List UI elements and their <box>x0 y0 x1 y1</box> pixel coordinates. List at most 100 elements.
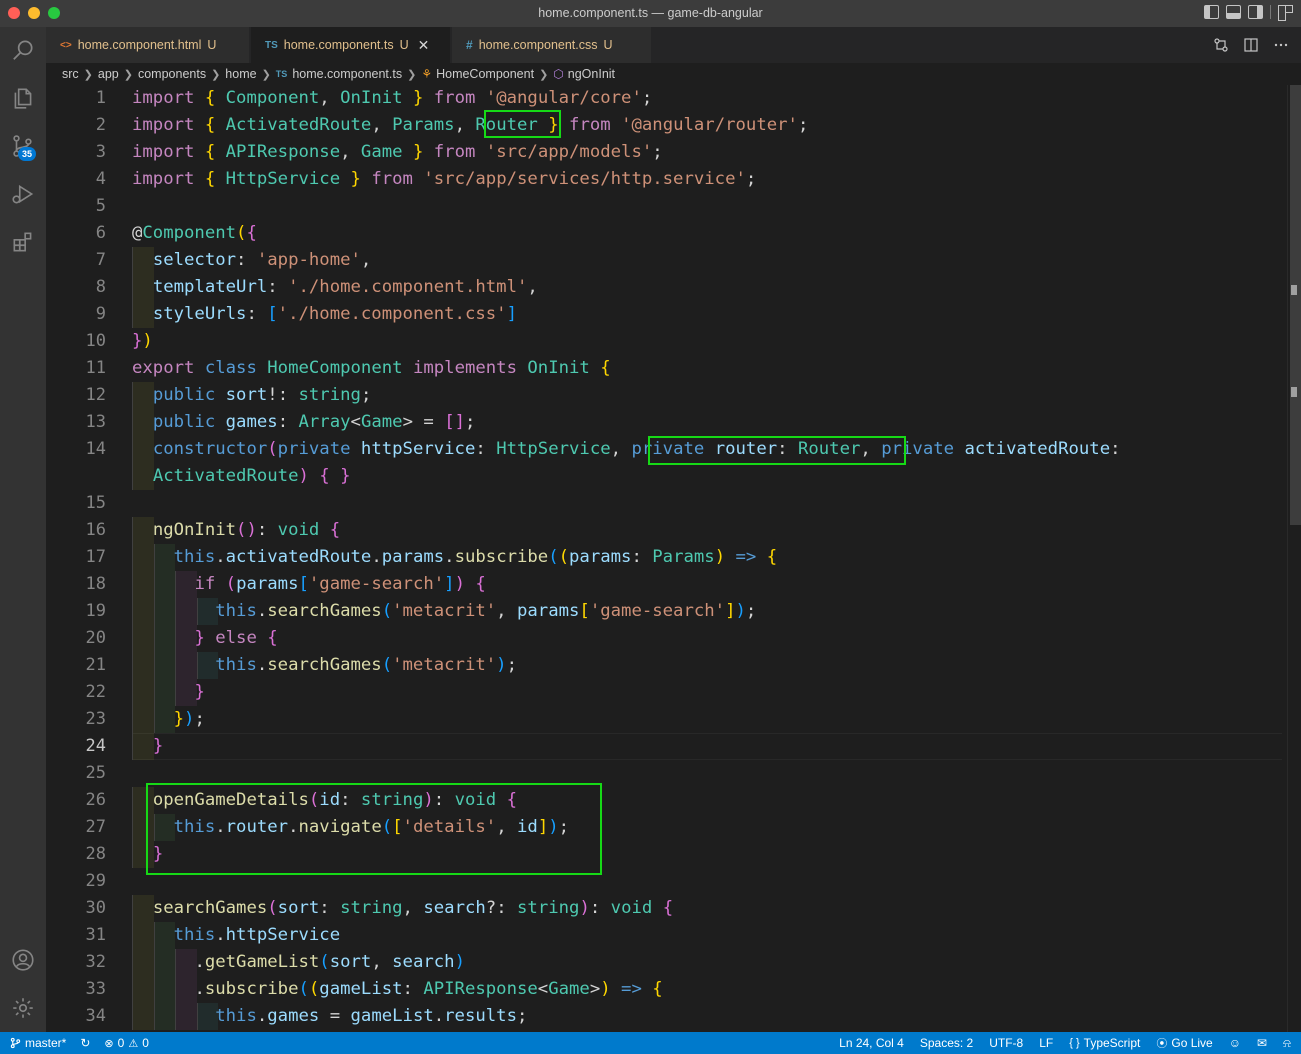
tab-home-component-css[interactable]: # home.component.css U <box>452 27 652 63</box>
indent-guide <box>132 895 133 922</box>
extensions-icon[interactable] <box>0 219 46 265</box>
indent-guide <box>132 625 133 652</box>
breadcrumb-item-home[interactable]: home <box>225 67 256 81</box>
code-line[interactable]: public games: Array<Game> = []; <box>132 409 476 436</box>
code-line[interactable]: searchGames(sort: string, search?: strin… <box>132 895 673 922</box>
breadcrumb-item-src[interactable]: src <box>62 67 79 81</box>
indent-guide <box>196 652 198 679</box>
code-line[interactable]: import { APIResponse, Game } from 'src/a… <box>132 139 663 166</box>
settings-gear-icon[interactable] <box>0 985 46 1031</box>
line-number: 7 <box>95 250 106 270</box>
code-line[interactable]: }); <box>132 706 205 733</box>
line-number: 24 <box>85 736 106 756</box>
line-number: 30 <box>85 898 106 918</box>
code-line[interactable]: ActivatedRoute) { } <box>132 463 351 490</box>
code-line[interactable]: import { HttpService } from 'src/app/ser… <box>132 166 756 193</box>
sync-icon[interactable]: ↻ <box>80 1036 90 1050</box>
current-line-highlight <box>132 733 1282 760</box>
source-control-icon[interactable]: 35 <box>0 123 46 169</box>
feedback-icon[interactable]: ✉ <box>1257 1036 1267 1050</box>
code-line[interactable]: public sort!: string; <box>132 382 372 409</box>
window-title: home.component.ts — game-db-angular <box>538 6 763 20</box>
run-debug-icon[interactable] <box>0 171 46 217</box>
indent-guide <box>175 598 177 625</box>
breadcrumb-item-components[interactable]: components <box>138 67 206 81</box>
tab-untracked-badge: U <box>207 38 217 52</box>
scrollbar-marker <box>1291 285 1297 295</box>
indent-guide <box>153 652 155 679</box>
html-file-icon: <> <box>60 39 72 51</box>
notifications-bell-icon[interactable]: ⍾ <box>1283 1036 1291 1051</box>
indent-guide <box>175 625 177 652</box>
scrollbar-thumb[interactable] <box>1290 85 1301 525</box>
encoding[interactable]: UTF-8 <box>989 1036 1023 1050</box>
indent-guide <box>132 706 133 733</box>
code-line[interactable]: }) <box>132 328 153 355</box>
indent-guide <box>132 247 133 274</box>
toggle-secondary-sidebar-icon[interactable] <box>1248 5 1263 19</box>
toggle-primary-sidebar-icon[interactable] <box>1204 5 1219 19</box>
tab-label: home.component.ts <box>283 38 394 52</box>
code-line[interactable]: export class HomeComponent implements On… <box>132 355 611 382</box>
tab-untracked-badge: U <box>399 38 409 52</box>
tab-home-component-html[interactable]: <> home.component.html U <box>46 27 250 63</box>
cursor-position[interactable]: Ln 24, Col 4 <box>839 1036 904 1050</box>
problems-status[interactable]: ⊗ 0 ⚠ 0 <box>104 1036 148 1050</box>
split-editor-icon[interactable] <box>1243 37 1259 53</box>
account-icon[interactable] <box>0 937 46 983</box>
open-changes-icon[interactable] <box>1213 37 1229 53</box>
code-line[interactable]: ngOnInit(): void { <box>132 517 340 544</box>
line-number: 23 <box>85 709 106 729</box>
code-line[interactable]: this.activatedRoute.params.subscribe((pa… <box>132 544 778 571</box>
code-line[interactable]: import { Component, OnInit } from '@angu… <box>132 85 652 112</box>
copilot-icon[interactable]: ☺ <box>1229 1036 1241 1050</box>
go-live-button[interactable]: ⦿ Go Live <box>1156 1035 1212 1051</box>
branch-status[interactable]: master* <box>10 1036 66 1050</box>
code-line[interactable]: @Component({ <box>132 220 257 247</box>
title-bar: home.component.ts — game-db-angular <box>0 0 1301 27</box>
search-icon[interactable] <box>0 27 46 73</box>
code-line[interactable]: constructor(private httpService: HttpSer… <box>132 436 1121 463</box>
vertical-scrollbar[interactable] <box>1287 85 1301 1032</box>
code-line[interactable]: if (params['game-search']) { <box>132 571 485 598</box>
code-line[interactable]: styleUrls: ['./home.component.css'] <box>132 301 517 328</box>
highlight-open-game-details <box>146 783 602 875</box>
breadcrumb-item-class[interactable]: HomeComponent <box>436 67 534 81</box>
line-number: 22 <box>85 682 106 702</box>
code-line[interactable]: this.httpService <box>132 922 340 949</box>
breadcrumb-item-file[interactable]: home.component.ts <box>292 67 402 81</box>
code-line[interactable]: this.searchGames('metacrit'); <box>132 652 517 679</box>
indent-guide <box>196 598 198 625</box>
code-line[interactable]: } <box>132 679 204 706</box>
code-line[interactable]: this.games = gameList.results; <box>132 1003 527 1030</box>
code-line[interactable]: .subscribe((gameList: APIResponse<Game>)… <box>132 976 662 1003</box>
breadcrumb-item-app[interactable]: app <box>98 67 119 81</box>
indent-guide <box>132 544 133 571</box>
tab-home-component-ts[interactable]: TS home.component.ts U ✕ <box>251 27 451 63</box>
line-number: 25 <box>85 763 106 783</box>
code-line[interactable]: } <box>132 733 163 760</box>
toggle-panel-icon[interactable] <box>1226 5 1241 19</box>
code-line[interactable]: import { ActivatedRoute, Params, Router … <box>132 112 808 139</box>
git-branch-icon <box>10 1037 21 1049</box>
language-mode[interactable]: { } TypeScript <box>1069 1036 1140 1050</box>
indent-guide <box>132 571 133 598</box>
customize-layout-icon[interactable] <box>1278 5 1293 21</box>
code-editor[interactable]: 1 2 3 4 5 6 7 8 9 10 11 12 13 14 15 16 17 18 19 20 21 22 23 24 2… <box>46 85 1301 1032</box>
close-tab-icon[interactable]: ✕ <box>418 37 430 54</box>
files-icon[interactable] <box>0 75 46 121</box>
warning-icon: ⚠ <box>128 1037 139 1050</box>
code-line[interactable]: this.searchGames('metacrit', params['gam… <box>132 598 756 625</box>
indentation[interactable]: Spaces: 2 <box>920 1036 973 1050</box>
chevron-right-icon: ❯ <box>261 68 271 81</box>
indent-guide <box>132 679 133 706</box>
end-of-line[interactable]: LF <box>1039 1036 1053 1050</box>
code-line[interactable]: .getGameList(sort, search) <box>132 949 465 976</box>
line-number: 16 <box>85 520 106 540</box>
more-actions-icon[interactable] <box>1273 37 1289 53</box>
code-line[interactable]: templateUrl: './home.component.html', <box>132 274 538 301</box>
tab-untracked-badge: U <box>603 38 613 52</box>
code-line[interactable]: selector: 'app-home', <box>132 247 372 274</box>
breadcrumb-item-method[interactable]: ngOnInit <box>568 67 615 81</box>
breadcrumb: src ❯ app ❯ components ❯ home ❯ TS home.… <box>46 63 1301 85</box>
